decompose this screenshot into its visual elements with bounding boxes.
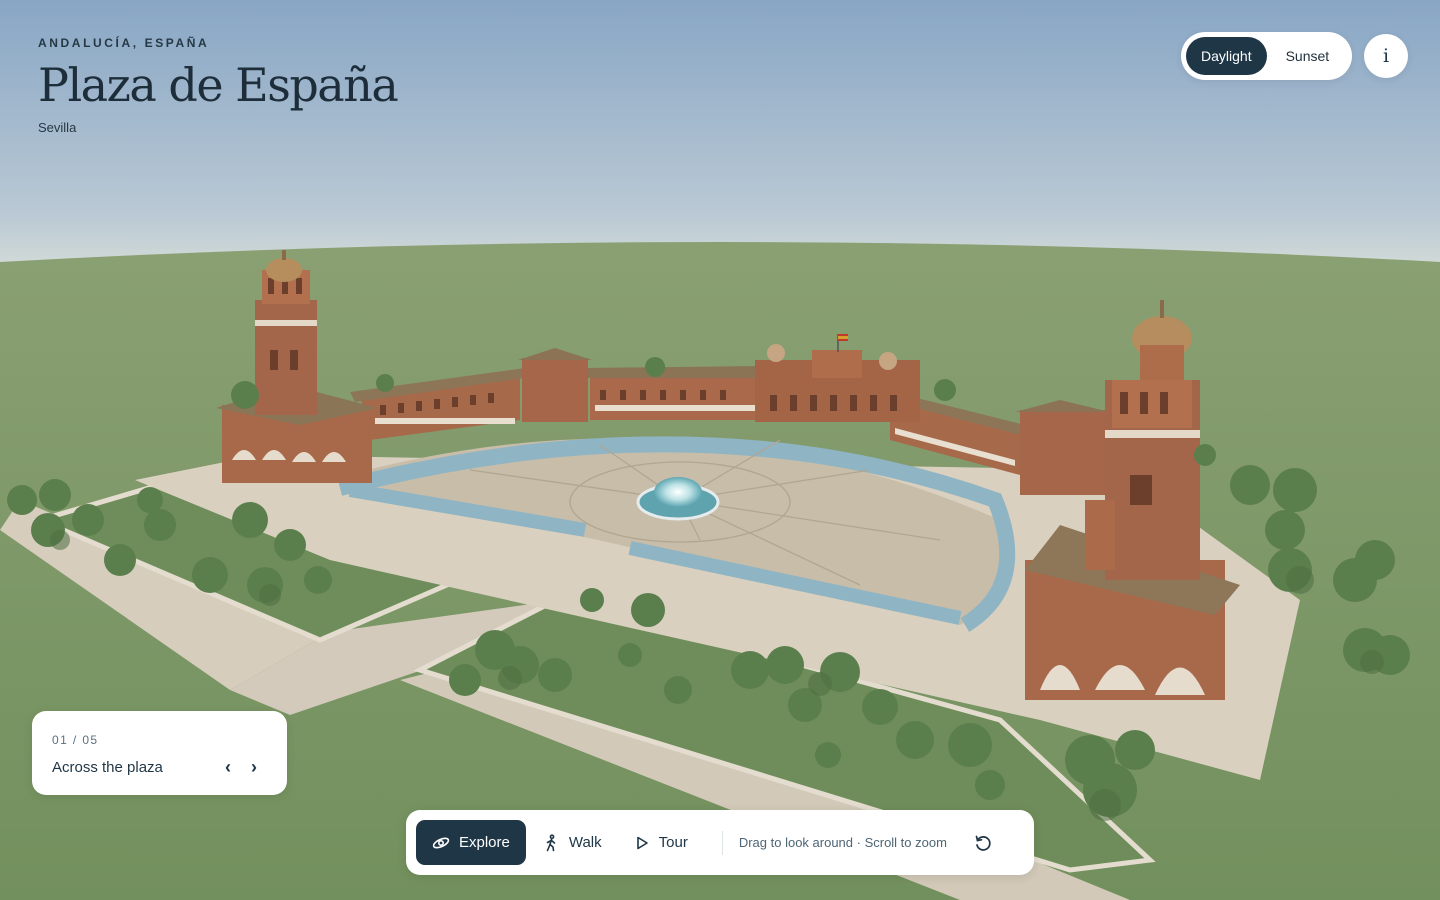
stop-counter: 01 / 05: [52, 733, 99, 747]
navigation-hint: Drag to look around · Scroll to zoom: [738, 835, 947, 850]
chevron-right-icon: ›: [251, 756, 257, 777]
page-title: Plaza de España: [38, 58, 399, 112]
info-button[interactable]: i: [1364, 34, 1408, 78]
explore-label: Explore: [459, 834, 510, 851]
stop-title: Across the plaza: [52, 758, 163, 776]
fountain-spray: [654, 477, 702, 507]
walk-icon: [546, 833, 556, 851]
next-stop-button[interactable]: ›: [241, 756, 267, 778]
city-label: Sevilla: [38, 120, 77, 135]
toolbar-divider: [721, 830, 723, 855]
sunset-option[interactable]: Sunset: [1271, 37, 1345, 75]
orbit-icon: [432, 837, 450, 848]
explore-mode-button[interactable]: Explore: [416, 820, 526, 865]
pavilion-right-side: [1020, 410, 1105, 495]
region-label: ANDALUCÍA, ESPAÑA: [38, 36, 210, 50]
reset-view-button[interactable]: [969, 829, 997, 857]
location-header: ANDALUCÍA, ESPAÑA Plaza de España Sevill…: [38, 36, 399, 135]
tour-stop-card: 01 / 05 Across the plaza ‹ ›: [32, 711, 287, 795]
daylight-option[interactable]: Daylight: [1186, 37, 1267, 75]
walk-mode-button[interactable]: Walk: [526, 820, 618, 865]
reset-view-icon: [975, 835, 991, 851]
chevron-left-icon: ‹: [225, 756, 231, 777]
gallery-center-roof: [585, 366, 765, 378]
tour-mode-button[interactable]: Tour: [618, 820, 704, 865]
tour-label: Tour: [658, 834, 688, 851]
info-icon: i: [1382, 45, 1390, 67]
previous-stop-button[interactable]: ‹: [215, 756, 241, 778]
walk-label: Walk: [568, 834, 602, 851]
play-icon: [636, 836, 648, 849]
pavilion-center-left: [522, 358, 588, 422]
lighting-toggle: Daylight Sunset: [1181, 32, 1352, 80]
navigation-toolbar: Explore Walk Tour Drag to look around · …: [406, 810, 1034, 875]
